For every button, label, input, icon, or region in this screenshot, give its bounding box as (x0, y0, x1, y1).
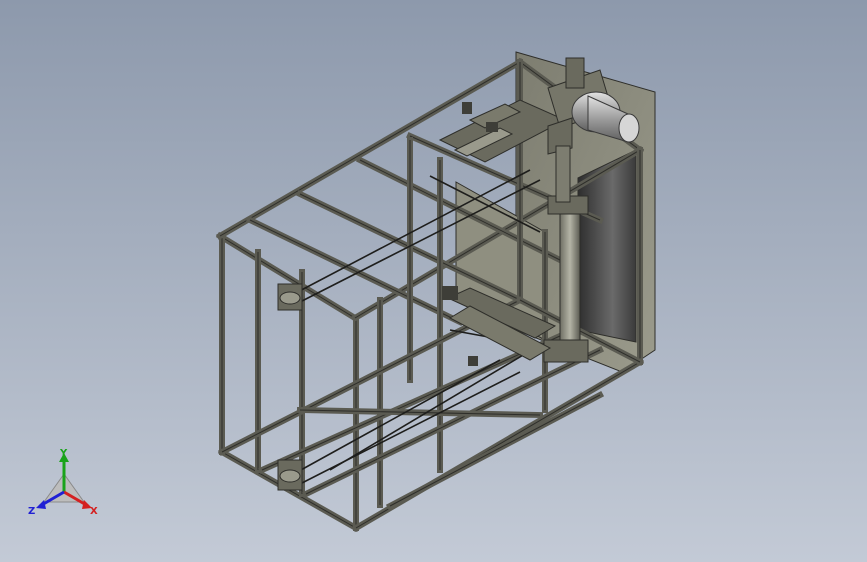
machine-frame-model[interactable] (0, 0, 867, 562)
guide-rod (289, 359, 501, 477)
bearing-block-upper-left (277, 283, 303, 311)
graphics-viewport[interactable]: Y X Z (0, 0, 867, 562)
y-axis-label: Y (59, 448, 68, 459)
bearing-block-lower-left (277, 459, 303, 491)
z-axis-label: Z (28, 506, 35, 517)
guide-rod (299, 371, 521, 485)
guide-rod (329, 344, 541, 471)
x-axis-label: X (90, 506, 98, 517)
orientation-triad: Y X Z (28, 448, 98, 517)
